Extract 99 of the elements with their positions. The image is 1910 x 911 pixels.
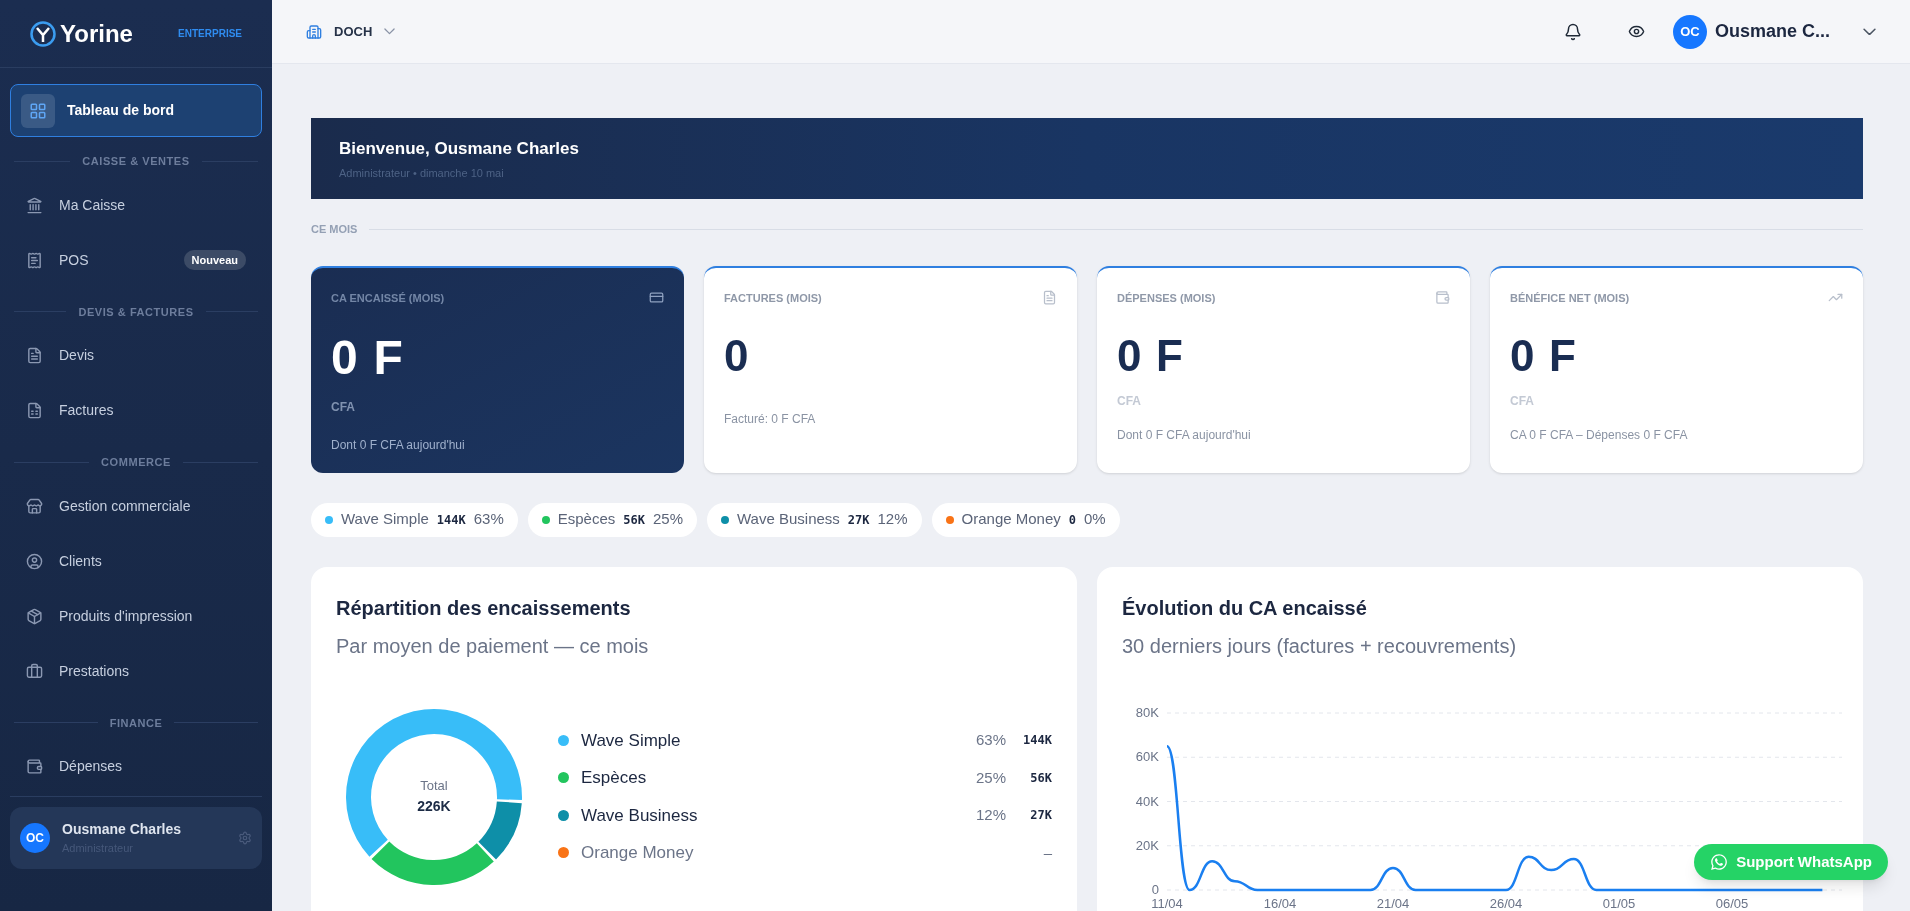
user-icon (26, 552, 43, 570)
chip-percent: 12% (877, 509, 908, 530)
legend-name: Espèces (581, 767, 648, 789)
x-axis-label: 16/04 (1263, 895, 1297, 911)
stat-label: CA ENCAISSÉ (MOIS) (331, 290, 445, 306)
new-badge: Nouveau (183, 249, 246, 271)
nav-item[interactable]: Factures (10, 383, 262, 438)
card-icon (649, 289, 664, 305)
avatar: OC (20, 823, 50, 853)
welcome-title: Bienvenue, Ousmane Charles (339, 137, 580, 160)
x-axis-label: 21/04 (1376, 895, 1410, 911)
chip-percent: 0% (1084, 509, 1106, 530)
grid-icon (21, 93, 55, 128)
section-heading: DEVIS & FACTURES (78, 304, 194, 320)
stat-note: Dont 0 F CFA aujourd'hui (1117, 427, 1252, 444)
wallet-icon (1435, 289, 1450, 305)
nav-item[interactable]: Gestion commerciale (10, 478, 262, 534)
stat-note: CA 0 F CFA – Dépenses 0 F CFA (1510, 427, 1689, 444)
stat-note: Facturé: 0 F CFA (724, 411, 817, 428)
stat-unit: CFA (1117, 393, 1142, 410)
card-title: Répartition des encaissements (336, 595, 632, 621)
chip-amount: 0 (1068, 511, 1077, 529)
total-label: Total (420, 777, 448, 796)
legend-name: Orange Money (581, 842, 695, 864)
stat-value: 0 F (1510, 334, 1578, 378)
stat-value: 0 F (331, 334, 405, 382)
stat-label: BÉNÉFICE NET (MOIS) (1510, 290, 1630, 306)
y-axis-label: 80K (1135, 704, 1159, 720)
stat-unit: CFA (1510, 393, 1535, 410)
card-title: Évolution du CA encaissé (1122, 595, 1368, 621)
legend-amount: 144K (1022, 732, 1052, 750)
y-axis-label: 60K (1135, 748, 1159, 764)
stat-label: FACTURES (MOIS) (724, 290, 822, 306)
card-subtitle: Par moyen de paiement — ce mois (336, 633, 650, 659)
stat-value: 0 F (1117, 334, 1185, 378)
section-heading: FINANCE (109, 715, 163, 731)
store-icon (26, 497, 43, 515)
logo-icon (30, 20, 56, 47)
receipt-icon (26, 251, 43, 269)
nav-item[interactable]: Devis (10, 328, 262, 383)
document-icon (26, 402, 43, 419)
nav-item[interactable]: Tableau de bord (10, 84, 262, 137)
y-axis-label: 0 (1151, 881, 1159, 897)
box-icon (26, 607, 43, 625)
company-selector[interactable]: DOCH (306, 21, 396, 42)
chip-amount: 144K (436, 511, 466, 529)
section-heading: COMMERCE (101, 455, 171, 470)
x-axis-label: 06/05 (1715, 895, 1749, 911)
legend-percent: 63% (975, 730, 1006, 750)
user-menu[interactable]: OC Ousmane C... (1673, 14, 1876, 49)
wallet-icon (26, 758, 43, 775)
nav-item[interactable]: Clients (10, 533, 262, 589)
document-icon (26, 347, 43, 364)
nav-item[interactable]: POS Nouveau (10, 232, 262, 288)
stat-value: 0 (724, 334, 751, 378)
x-axis-label: 26/04 (1489, 895, 1523, 911)
chevron-down-icon (1863, 27, 1876, 36)
legend-name: Wave Business (581, 804, 699, 827)
nav-item[interactable]: Produits d'impression (10, 588, 262, 644)
stat-note: Dont 0 F CFA aujourd'hui (331, 437, 466, 454)
chip-name: Wave Business (737, 509, 840, 530)
avatar: OC (1673, 14, 1707, 49)
legend-percent: 12% (975, 805, 1006, 825)
y-axis-label: 20K (1135, 837, 1159, 853)
card-subtitle: 30 derniers jours (factures + recouvrements) (1122, 633, 1518, 659)
eye-icon[interactable] (1628, 23, 1645, 40)
nav-item[interactable]: Ma Caisse (10, 177, 262, 233)
chip-percent: 25% (653, 509, 683, 530)
briefcase-icon (26, 662, 43, 680)
nav-item[interactable]: Prestations (10, 643, 262, 699)
bell-icon[interactable] (1564, 22, 1582, 41)
legend-percent: 25% (975, 767, 1006, 788)
plan-label: ENTERPRISE (178, 27, 242, 41)
x-axis-label: 11/04 (1151, 895, 1183, 911)
chip-name: Orange Money (961, 509, 1061, 530)
building-icon (306, 23, 322, 40)
legend-percent: – (1043, 842, 1052, 863)
stat-unit: CFA (331, 399, 356, 416)
nav-item[interactable]: Dépenses (10, 739, 262, 794)
chip-name: Wave Simple (341, 509, 429, 530)
section-heading: CAISSE & VENTES (82, 154, 190, 169)
section-heading: CE MOIS (311, 222, 358, 237)
document-icon (1042, 289, 1057, 305)
total-value: 226K (417, 796, 451, 816)
chip-amount: 56K (623, 511, 645, 529)
logo-text: Yorine (60, 18, 133, 49)
user-name: Ousmane Charles (62, 820, 183, 840)
chevron-down-icon (384, 28, 396, 35)
legend-amount: 56K (1029, 769, 1052, 787)
legend-name: Wave Simple (581, 729, 682, 752)
chip-amount: 27K (847, 511, 870, 529)
stat-label: DÉPENSES (MOIS) (1117, 290, 1216, 306)
whatsapp-icon (1710, 853, 1729, 871)
legend-amount: 27K (1029, 807, 1052, 825)
chip-name: Espèces (557, 509, 616, 530)
bank-icon (26, 196, 43, 214)
y-axis-label: 40K (1135, 793, 1159, 808)
chip-percent: 63% (473, 509, 504, 530)
x-axis-label: 01/05 (1602, 895, 1636, 911)
